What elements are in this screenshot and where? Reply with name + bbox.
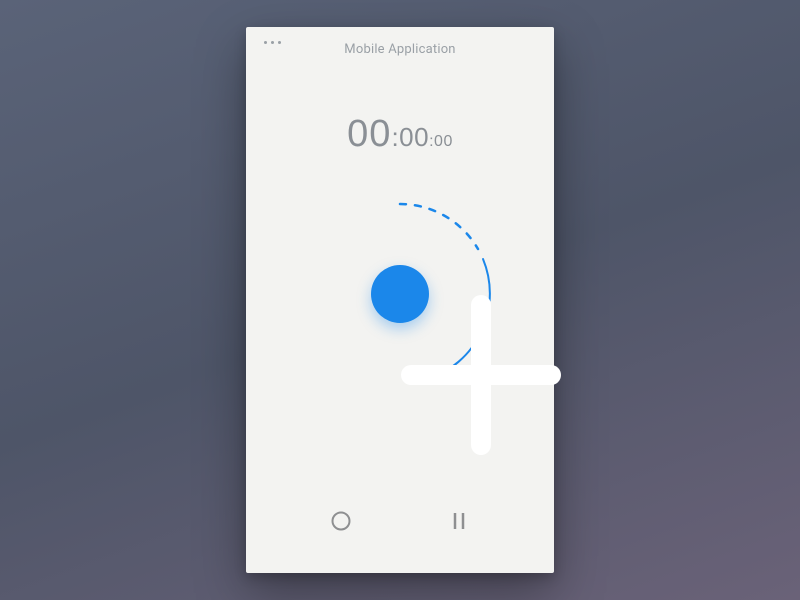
timer-seconds: 00 xyxy=(434,133,453,150)
pause-button[interactable] xyxy=(429,491,489,551)
menu-button[interactable] xyxy=(264,41,281,44)
timer-display: 00:00:00 xyxy=(246,113,554,156)
phone-frame: Mobile Application 00:00:00 xyxy=(246,27,554,573)
progress-dial xyxy=(290,184,510,404)
app-header: Mobile Application xyxy=(246,27,554,71)
ellipsis-icon xyxy=(278,41,281,44)
footer-controls xyxy=(246,483,554,573)
pause-icon xyxy=(449,510,469,532)
timer-hours: 00 xyxy=(347,113,391,155)
record-button[interactable] xyxy=(311,491,371,551)
add-button[interactable] xyxy=(371,265,429,323)
plus-icon xyxy=(371,265,591,485)
circle-icon xyxy=(330,510,352,532)
timer-minutes: 00 xyxy=(399,122,429,152)
dial-area xyxy=(246,184,554,483)
ellipsis-icon xyxy=(271,41,274,44)
app-title: Mobile Application xyxy=(246,42,554,57)
ellipsis-icon xyxy=(264,41,267,44)
